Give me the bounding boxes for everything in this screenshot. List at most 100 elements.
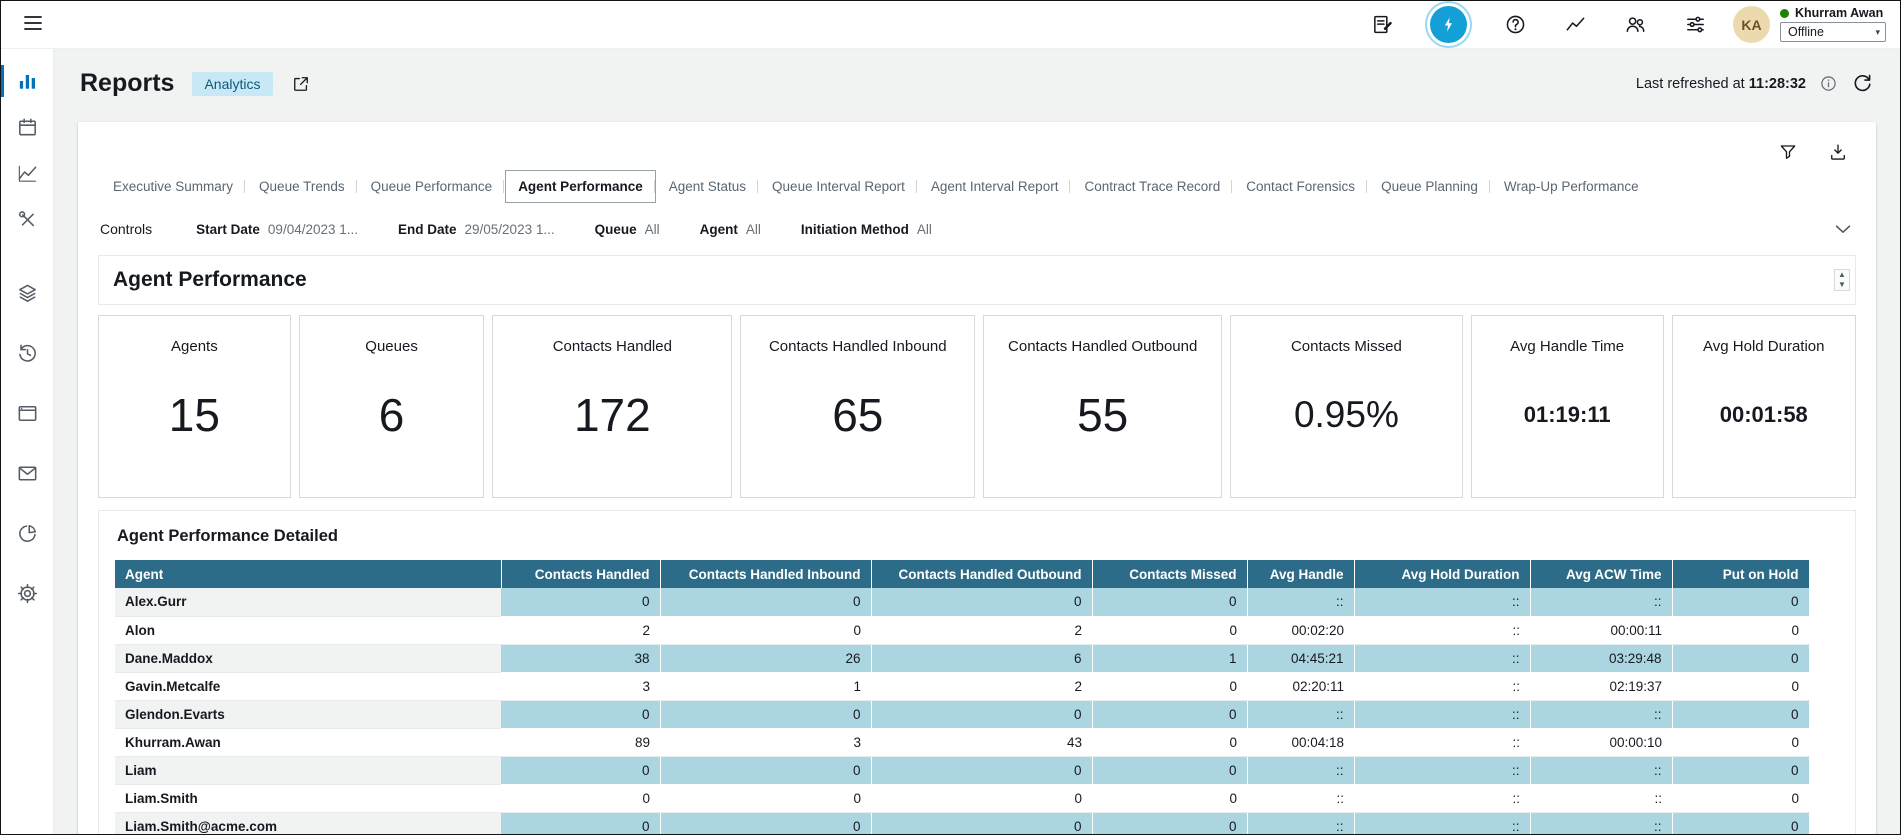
kpi-value: 00:01:58: [1720, 365, 1808, 465]
column-header-contacts-handled[interactable]: Contacts Handled: [501, 560, 660, 588]
value-cell: 0: [1672, 812, 1809, 834]
users-icon[interactable]: [1623, 13, 1647, 37]
page-header: Reports Analytics Last refreshed at 11:2…: [54, 49, 1900, 98]
table-row[interactable]: Khurram.Awan89343000:04:18::00:00:100: [115, 728, 1809, 756]
gear-icon: [16, 582, 39, 605]
value-cell: ::: [1247, 700, 1354, 728]
sidebar-item-settings[interactable]: [1, 579, 53, 607]
filter-value: All: [746, 222, 761, 237]
column-header-agent[interactable]: Agent: [115, 560, 501, 588]
column-header-contacts-handled-outbound[interactable]: Contacts Handled Outbound: [871, 560, 1092, 588]
column-header-avg-acw-time[interactable]: Avg ACW Time: [1530, 560, 1672, 588]
table-row[interactable]: Liam.Smith@acme.com0000::::::0: [115, 812, 1809, 834]
column-header-put-on-hold[interactable]: Put on Hold: [1672, 560, 1809, 588]
value-cell: 02:20:11: [1247, 672, 1354, 700]
filter-start-date[interactable]: Start Date09/04/2023 1...: [196, 222, 358, 237]
metrics-icon[interactable]: [1563, 13, 1587, 37]
avatar[interactable]: KA: [1733, 6, 1770, 43]
kpi-label: Queues: [365, 338, 418, 355]
value-cell: ::: [1530, 812, 1672, 834]
tab-executive-summary[interactable]: Executive Summary: [100, 170, 246, 203]
sidebar-item-mail[interactable]: [1, 459, 53, 487]
tab-contract-trace-record[interactable]: Contract Trace Record: [1071, 170, 1233, 203]
table-row[interactable]: Liam0000::::::0: [115, 756, 1809, 784]
agent-performance-table: AgentContacts HandledContacts Handled In…: [115, 560, 1810, 834]
filter-queue[interactable]: QueueAll: [595, 222, 660, 237]
external-link-icon[interactable]: [291, 74, 311, 94]
sidebar-item-window[interactable]: [1, 399, 53, 427]
tab-queue-performance[interactable]: Queue Performance: [358, 170, 506, 203]
value-cell: 0: [1672, 588, 1809, 616]
value-cell: ::: [1247, 588, 1354, 616]
topbar: KA Khurram Awan Offline ▾: [1, 1, 1900, 49]
notes-icon[interactable]: [1370, 13, 1394, 37]
hamburger-menu-button[interactable]: [17, 7, 49, 42]
kpi-card-contacts-missed: Contacts Missed0.95%: [1230, 315, 1463, 498]
value-cell: ::: [1354, 672, 1530, 700]
filter-end-date[interactable]: End Date29/05/2023 1...: [398, 222, 555, 237]
value-cell: ::: [1354, 756, 1530, 784]
agent-status-value: Offline: [1788, 25, 1824, 39]
info-icon[interactable]: [1819, 74, 1838, 93]
help-icon[interactable]: [1503, 13, 1527, 37]
filter-initiation-method[interactable]: Initiation MethodAll: [801, 222, 932, 237]
chevron-down-icon[interactable]: [1832, 218, 1854, 240]
window-icon: [16, 402, 39, 425]
column-header-avg-handle[interactable]: Avg Handle: [1247, 560, 1354, 588]
tab-agent-status[interactable]: Agent Status: [656, 170, 759, 203]
kpi-value: 55: [1077, 365, 1128, 465]
value-cell: ::: [1530, 784, 1672, 812]
table-row[interactable]: Alex.Gurr0000::::::0: [115, 588, 1809, 616]
value-cell: 0: [871, 588, 1092, 616]
table-row[interactable]: Gavin.Metcalfe312002:20:11::02:19:370: [115, 672, 1809, 700]
refresh-icon[interactable]: [1851, 72, 1874, 95]
agent-status-select[interactable]: Offline ▾: [1780, 22, 1886, 42]
value-cell: 6: [871, 644, 1092, 672]
value-cell: 0: [501, 756, 660, 784]
agent-name-cell: Liam: [115, 756, 501, 784]
tab-queue-interval-report[interactable]: Queue Interval Report: [759, 170, 918, 203]
filter-label: End Date: [398, 222, 457, 237]
table-title: Agent Performance Detailed: [117, 527, 1839, 546]
sliders-icon[interactable]: [1683, 13, 1707, 37]
filter-icon[interactable]: [1778, 142, 1798, 162]
table-row[interactable]: Liam.Smith0000::::::0: [115, 784, 1809, 812]
value-cell: ::: [1530, 588, 1672, 616]
sidebar-item-pie-chart[interactable]: [1, 519, 53, 547]
sidebar-item-metrics[interactable]: [1, 159, 53, 187]
sidebar-item-history[interactable]: [1, 339, 53, 367]
download-icon[interactable]: [1828, 142, 1848, 162]
sidebar-item-tools[interactable]: [1, 205, 53, 233]
table-row[interactable]: Glendon.Evarts0000::::::0: [115, 700, 1809, 728]
tab-wrap-up-performance[interactable]: Wrap-Up Performance: [1491, 170, 1652, 203]
kpi-label: Agents: [171, 338, 218, 355]
user-name: Khurram Awan: [1795, 7, 1883, 19]
page-title: Reports: [80, 69, 174, 98]
scroll-stepper[interactable]: ▲▼: [1834, 269, 1850, 291]
filter-value: All: [917, 222, 932, 237]
table-row[interactable]: Dane.Maddox38266104:45:21::03:29:480: [115, 644, 1809, 672]
table-row[interactable]: Alon202000:02:20::00:00:110: [115, 616, 1809, 644]
tab-agent-performance[interactable]: Agent Performance: [505, 170, 656, 203]
sidebar-item-reports[interactable]: [1, 67, 53, 95]
flash-icon[interactable]: [1430, 6, 1467, 43]
tab-queue-planning[interactable]: Queue Planning: [1368, 170, 1491, 203]
column-header-avg-hold-duration[interactable]: Avg Hold Duration: [1354, 560, 1530, 588]
controls-label: Controls: [100, 221, 152, 237]
sidebar-item-calendar[interactable]: [1, 113, 53, 141]
value-cell: 0: [501, 784, 660, 812]
filter-agent[interactable]: AgentAll: [700, 222, 761, 237]
kpi-value: 0.95%: [1294, 365, 1399, 465]
column-header-contacts-handled-inbound[interactable]: Contacts Handled Inbound: [660, 560, 871, 588]
value-cell: 0: [1672, 700, 1809, 728]
agent-name-cell: Gavin.Metcalfe: [115, 672, 501, 700]
value-cell: 0: [660, 700, 871, 728]
value-cell: 0: [1092, 784, 1247, 812]
card-tools: [1778, 142, 1848, 162]
tab-agent-interval-report[interactable]: Agent Interval Report: [918, 170, 1072, 203]
column-header-contacts-missed[interactable]: Contacts Missed: [1092, 560, 1247, 588]
tab-contact-forensics[interactable]: Contact Forensics: [1233, 170, 1368, 203]
value-cell: 0: [1672, 672, 1809, 700]
sidebar-item-layers[interactable]: [1, 279, 53, 307]
tab-queue-trends[interactable]: Queue Trends: [246, 170, 358, 203]
